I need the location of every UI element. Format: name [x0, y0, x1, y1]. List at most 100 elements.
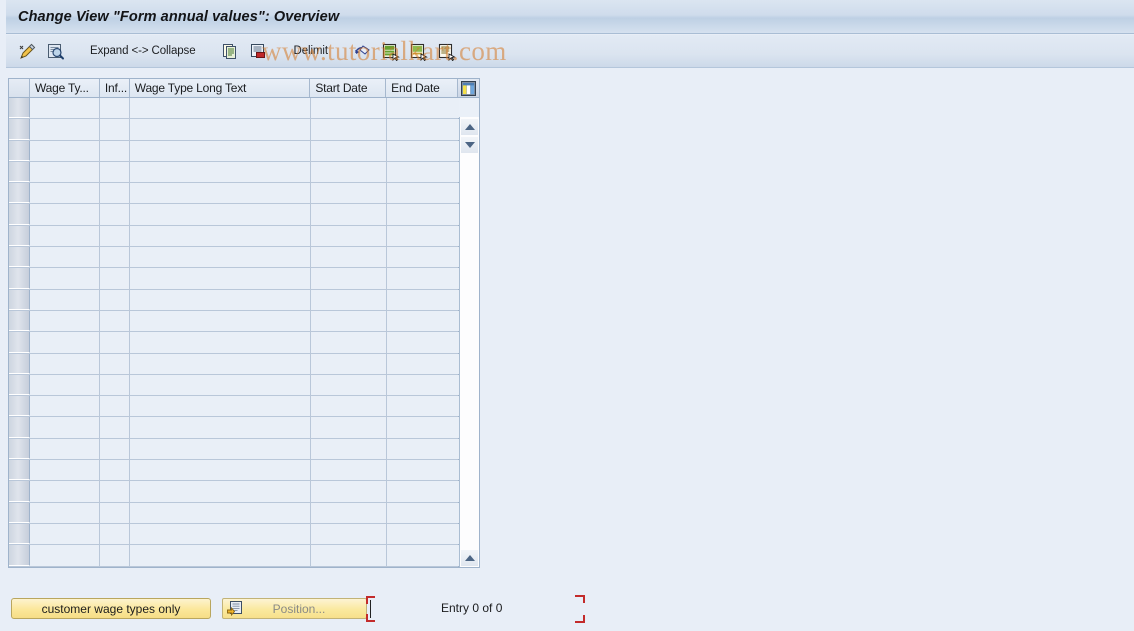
table-cell-end-date[interactable]: [387, 225, 459, 247]
table-cell-wage-type-long-text[interactable]: [130, 332, 311, 353]
column-header-wage-type[interactable]: Wage Ty...: [30, 79, 100, 97]
table-cell-wage-type-long-text[interactable]: [130, 438, 311, 460]
table-cell-wage-type-long-text[interactable]: [130, 417, 311, 438]
row-selector-button[interactable]: [9, 460, 30, 481]
table-cell-wage-type[interactable]: [30, 481, 100, 502]
table-cell-end-date[interactable]: [387, 332, 459, 353]
table-row[interactable]: [9, 438, 459, 461]
table-cell-wage-type-long-text[interactable]: [130, 289, 311, 310]
table-cell-end-date[interactable]: [387, 353, 459, 374]
table-row[interactable]: [9, 289, 459, 311]
display-change-icon[interactable]: [16, 40, 38, 62]
table-cell-end-date[interactable]: [387, 374, 459, 396]
table-cell-start-date[interactable]: [311, 374, 387, 396]
table-cell-infotype[interactable]: [100, 523, 130, 545]
table-cell-start-date[interactable]: [311, 140, 387, 161]
row-selector-button[interactable]: [9, 374, 30, 396]
table-cell-infotype[interactable]: [100, 374, 130, 396]
table-cell-start-date[interactable]: [311, 310, 387, 332]
row-selector-button[interactable]: [9, 98, 30, 119]
table-cell-end-date[interactable]: [387, 183, 459, 204]
table-row[interactable]: [9, 268, 459, 290]
row-selector-button[interactable]: [9, 396, 30, 417]
table-cell-end-date[interactable]: [387, 161, 459, 183]
table-row[interactable]: [9, 225, 459, 248]
table-cell-wage-type-long-text[interactable]: [130, 140, 311, 161]
table-cell-start-date[interactable]: [311, 545, 387, 566]
row-selector-button[interactable]: [9, 119, 30, 140]
table-cell-wage-type[interactable]: [30, 247, 100, 268]
table-cell-end-date[interactable]: [387, 502, 459, 523]
row-selector-button[interactable]: [9, 183, 30, 204]
table-row[interactable]: [9, 98, 459, 120]
table-cell-start-date[interactable]: [311, 183, 387, 204]
table-row[interactable]: [9, 374, 459, 397]
table-cell-infotype[interactable]: [100, 353, 130, 374]
table-row[interactable]: [9, 545, 459, 567]
table-cell-infotype[interactable]: [100, 204, 130, 225]
table-cell-end-date[interactable]: [387, 417, 459, 438]
select-block-icon[interactable]: [436, 40, 458, 62]
table-cell-start-date[interactable]: [311, 460, 387, 481]
table-cell-wage-type-long-text[interactable]: [130, 98, 311, 119]
table-cell-start-date[interactable]: [311, 396, 387, 417]
table-cell-wage-type[interactable]: [30, 268, 100, 289]
position-input-field[interactable]: [366, 596, 375, 622]
table-cell-wage-type[interactable]: [30, 183, 100, 204]
row-selector-button[interactable]: [9, 268, 30, 289]
row-selector-button[interactable]: [9, 289, 30, 310]
table-cell-wage-type-long-text[interactable]: [130, 225, 311, 247]
row-selector-button[interactable]: [9, 161, 30, 183]
table-cell-end-date[interactable]: [387, 460, 459, 481]
table-cell-infotype[interactable]: [100, 545, 130, 566]
table-settings-icon[interactable]: [458, 79, 479, 97]
expand-collapse-button[interactable]: Expand <-> Collapse: [86, 45, 200, 57]
check-entries-icon[interactable]: [44, 40, 66, 62]
table-cell-wage-type[interactable]: [30, 460, 100, 481]
table-cell-wage-type[interactable]: [30, 140, 100, 161]
table-cell-end-date[interactable]: [387, 396, 459, 417]
table-cell-wage-type-long-text[interactable]: [130, 119, 311, 140]
row-selector-button[interactable]: [9, 438, 30, 460]
table-cell-infotype[interactable]: [100, 98, 130, 119]
table-cell-wage-type-long-text[interactable]: [130, 353, 311, 374]
table-cell-infotype[interactable]: [100, 481, 130, 502]
scroll-down-arrow-icon[interactable]: [461, 137, 478, 153]
table-cell-wage-type[interactable]: [30, 119, 100, 140]
table-cell-infotype[interactable]: [100, 460, 130, 481]
table-row[interactable]: [9, 481, 459, 503]
table-cell-wage-type-long-text[interactable]: [130, 481, 311, 502]
table-cell-wage-type[interactable]: [30, 289, 100, 310]
table-cell-start-date[interactable]: [311, 289, 387, 310]
table-cell-start-date[interactable]: [311, 353, 387, 374]
table-cell-start-date[interactable]: [311, 225, 387, 247]
table-cell-end-date[interactable]: [387, 523, 459, 545]
scroll-up-arrow-icon[interactable]: [461, 119, 478, 135]
table-row[interactable]: [9, 204, 459, 226]
table-cell-start-date[interactable]: [311, 161, 387, 183]
table-cell-end-date[interactable]: [387, 247, 459, 268]
table-cell-start-date[interactable]: [311, 332, 387, 353]
table-cell-start-date[interactable]: [311, 481, 387, 502]
table-cell-wage-type[interactable]: [30, 396, 100, 417]
delimit-button[interactable]: Delimit: [290, 45, 332, 57]
row-selector-button[interactable]: [9, 332, 30, 353]
select-all-icon[interactable]: [380, 40, 402, 62]
table-cell-start-date[interactable]: [311, 268, 387, 289]
table-cell-end-date[interactable]: [387, 204, 459, 225]
table-cell-wage-type[interactable]: [30, 523, 100, 545]
table-cell-end-date[interactable]: [387, 119, 459, 140]
table-cell-infotype[interactable]: [100, 332, 130, 353]
table-cell-start-date[interactable]: [311, 247, 387, 268]
table-cell-wage-type-long-text[interactable]: [130, 396, 311, 417]
table-cell-infotype[interactable]: [100, 225, 130, 247]
table-row[interactable]: [9, 183, 459, 205]
row-selector-button[interactable]: [9, 481, 30, 502]
table-cell-start-date[interactable]: [311, 204, 387, 225]
table-cell-wage-type-long-text[interactable]: [130, 310, 311, 332]
table-row[interactable]: [9, 460, 459, 482]
table-cell-end-date[interactable]: [387, 268, 459, 289]
table-cell-start-date[interactable]: [311, 119, 387, 140]
row-selector-button[interactable]: [9, 247, 30, 268]
table-cell-start-date[interactable]: [311, 502, 387, 523]
